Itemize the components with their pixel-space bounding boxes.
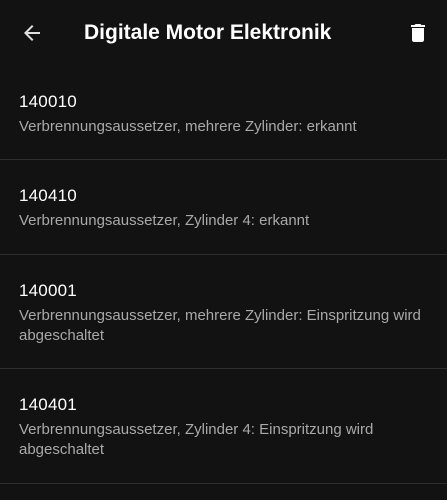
fault-code: 140010 (19, 92, 77, 111)
fault-code: 140001 (19, 281, 77, 300)
trash-icon (411, 24, 425, 42)
fault-description: Verbrennungsaussetzer, Zylinder 4: Einsp… (19, 421, 374, 458)
fault-description: Verbrennungsaussetzer, Zylinder 4: erkan… (19, 212, 310, 229)
fault-description: Verbrennungsaussetzer, mehrere Zylinder:… (19, 307, 421, 344)
fault-description: Verbrennungsaussetzer, mehrere Zylinder:… (19, 118, 357, 135)
back-button[interactable] (14, 15, 50, 51)
list-item[interactable]: 140001 Verbrennungsaussetzer, mehrere Zy… (0, 255, 447, 369)
app-bar: Digitale Motor Elektronik (0, 0, 447, 66)
arrow-back-icon (24, 25, 40, 41)
fault-code-list: 140010 Verbrennungsaussetzer, mehrere Zy… (0, 66, 447, 484)
fault-code: 140410 (19, 186, 77, 205)
list-item[interactable]: 140401 Verbrennungsaussetzer, Zylinder 4… (0, 369, 447, 484)
fault-code: 140401 (19, 395, 77, 414)
list-item[interactable]: 140010 Verbrennungsaussetzer, mehrere Zy… (0, 66, 447, 160)
list-item[interactable]: 140410 Verbrennungsaussetzer, Zylinder 4… (0, 160, 447, 255)
page-title: Digitale Motor Elektronik (84, 21, 332, 44)
delete-button[interactable] (400, 15, 436, 51)
